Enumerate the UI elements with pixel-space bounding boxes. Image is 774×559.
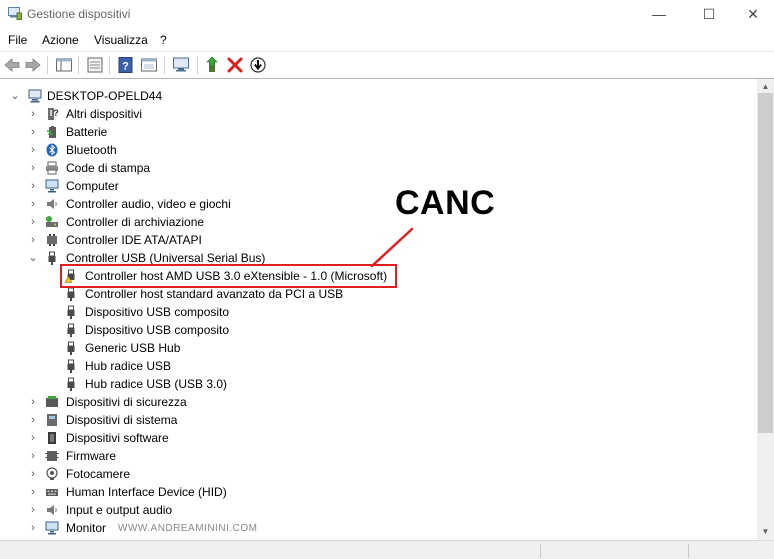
callout-arrow [370,227,414,268]
callout-label: CANC [395,184,496,222]
